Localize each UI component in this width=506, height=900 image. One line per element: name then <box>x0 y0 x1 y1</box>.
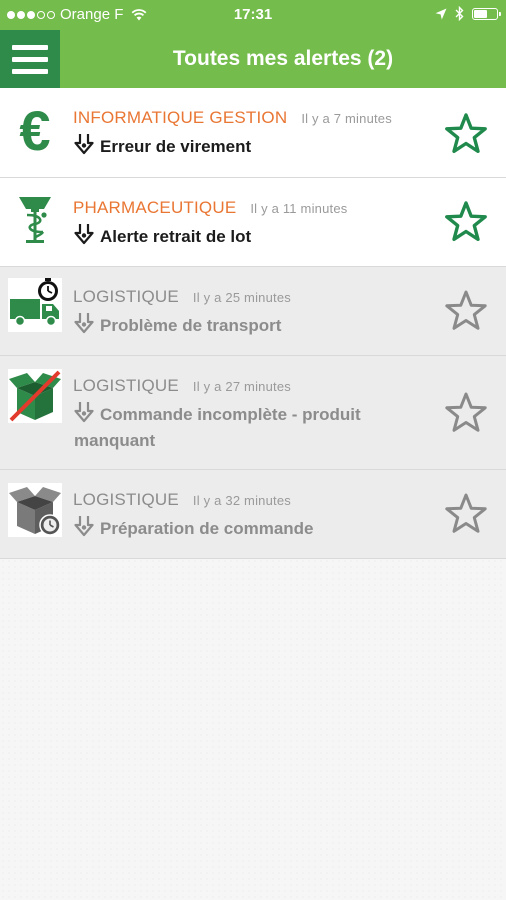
truck-timer-icon <box>8 278 62 332</box>
status-right <box>435 6 501 21</box>
box-crossed-icon <box>8 369 62 423</box>
alert-time: Il y a 25 minutes <box>192 290 291 305</box>
alert-item[interactable]: LOGISTIQUE Il y a 25 minutes Problème de … <box>0 267 506 356</box>
alert-item[interactable]: € INFORMATIQUE GESTION Il y a 7 minutes E… <box>0 88 506 178</box>
menu-button[interactable] <box>0 30 60 88</box>
box-timer-icon <box>8 483 62 537</box>
status-time: 17:31 <box>233 6 273 23</box>
alert-item[interactable]: LOGISTIQUE Il y a 27 minutes Commande inc… <box>0 356 506 470</box>
app-header: Toutes mes alertes (2) <box>0 30 506 88</box>
alert-time: Il y a 27 minutes <box>192 379 291 394</box>
alert-item[interactable]: PHARMACEUTIQUE Il y a 11 minutes Alerte r… <box>0 178 506 267</box>
alert-subject: Préparation de commande <box>74 515 426 542</box>
download-arrow-icon <box>74 402 94 423</box>
alert-time: Il y a 32 minutes <box>192 493 291 508</box>
alert-category: LOGISTIQUE Il y a 32 minutes <box>73 490 291 509</box>
star-icon[interactable] <box>444 289 488 333</box>
battery-icon <box>472 7 501 20</box>
star-icon[interactable] <box>444 200 488 244</box>
alert-time: Il y a 7 minutes <box>301 111 392 126</box>
alert-subject: Alerte retrait de lot <box>74 223 426 250</box>
alert-category: LOGISTIQUE Il y a 25 minutes <box>73 287 291 306</box>
alert-list: € INFORMATIQUE GESTION Il y a 7 minutes E… <box>0 88 506 559</box>
svg-text:€: € <box>19 102 50 158</box>
alert-category: LOGISTIQUE Il y a 27 minutes <box>73 376 291 395</box>
caduceus-icon <box>19 197 51 243</box>
alert-subject: Commande incomplète - produit manquant <box>74 401 426 454</box>
download-arrow-icon <box>74 313 94 334</box>
star-icon[interactable] <box>444 391 488 435</box>
alert-subject: Problème de transport <box>74 312 426 339</box>
alert-category: PHARMACEUTIQUE Il y a 11 minutes <box>73 198 348 217</box>
star-icon[interactable] <box>444 112 488 156</box>
alert-time: Il y a 11 minutes <box>250 201 348 216</box>
screen: Orange F 17:31 Toutes mes alertes (2) € … <box>0 0 506 900</box>
bluetooth-icon <box>455 6 464 21</box>
alert-item[interactable]: LOGISTIQUE Il y a 32 minutes Préparation … <box>0 470 506 559</box>
location-arrow-icon <box>435 8 447 19</box>
hamburger-menu-icon <box>12 44 48 50</box>
euro-icon: € <box>19 102 50 158</box>
download-arrow-icon <box>74 516 94 537</box>
alert-subject: Erreur de virement <box>74 133 426 160</box>
star-icon[interactable] <box>444 492 488 536</box>
alert-category: INFORMATIQUE GESTION Il y a 7 minutes <box>73 108 392 127</box>
status-bar: Orange F 17:31 <box>0 0 506 30</box>
download-arrow-icon <box>74 224 94 245</box>
download-arrow-icon <box>74 134 94 155</box>
page-title: Toutes mes alertes (2) <box>172 47 394 70</box>
